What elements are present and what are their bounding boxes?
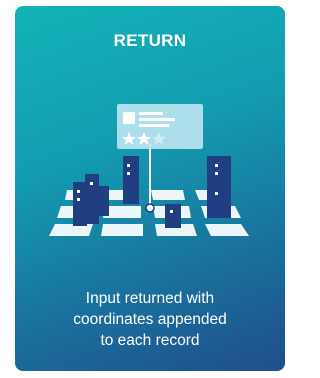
card-description: Input returned with coordinates appended… [35,288,265,351]
description-line: coordinates appended [73,311,227,328]
return-card: RETURN Input returned with coordinates a… [15,6,285,371]
card-title: RETURN [113,31,187,50]
description-line: Input returned with [85,290,215,307]
map-location-result-icon [49,104,249,236]
description-line: to each record [100,332,200,349]
pin-dot [145,203,155,213]
record-popup [117,104,203,149]
